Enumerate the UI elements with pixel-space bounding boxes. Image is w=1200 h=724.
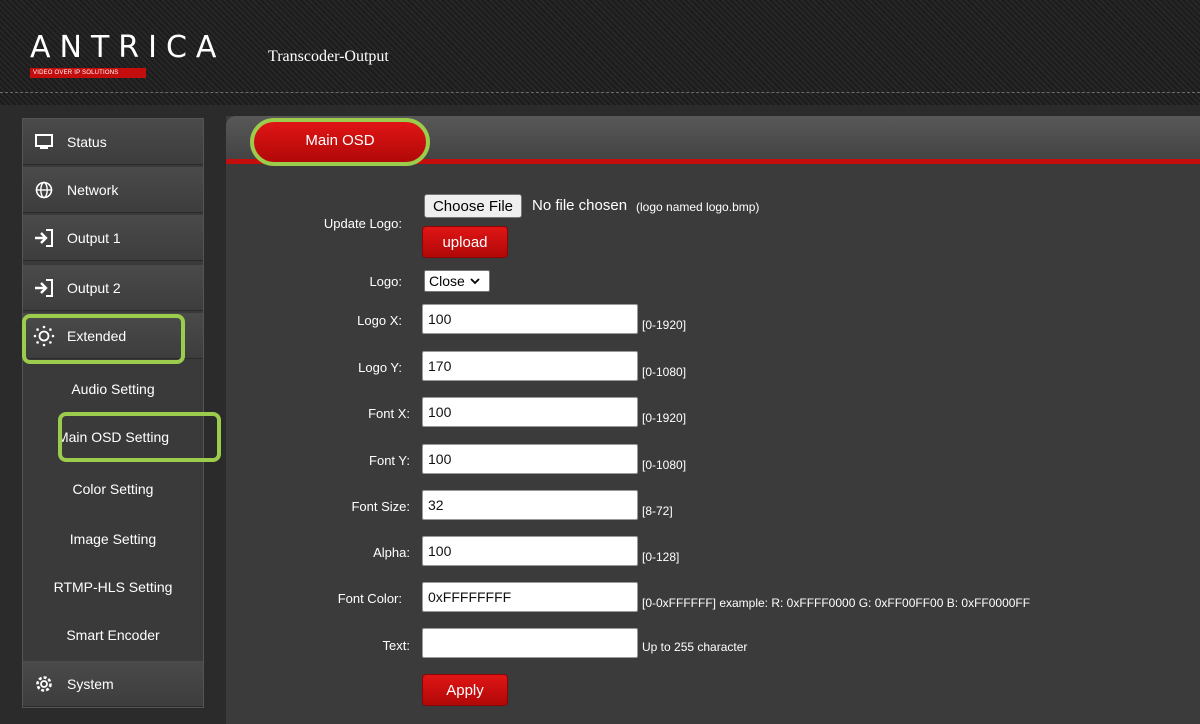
upload-label: upload xyxy=(442,233,488,251)
font-size-hint: [8-72] xyxy=(642,504,673,518)
monitor-icon xyxy=(33,131,55,153)
font-x-label: Font X: xyxy=(368,406,410,421)
sidebar-item-label: Status xyxy=(67,133,107,150)
text-label: Text: xyxy=(382,638,410,653)
font-x-hint: [0-1920] xyxy=(642,411,687,425)
brand-tagline: VIDEO OVER IP SOLUTIONS xyxy=(30,68,146,78)
font-x-input[interactable]: 100 xyxy=(422,397,638,427)
sidebar: Status Network Output 1 Output 2 Extende… xyxy=(22,118,204,708)
tab-main-osd[interactable]: Main OSD xyxy=(250,118,430,166)
logo-y-label: Logo Y: xyxy=(358,360,402,375)
arrow-in-icon xyxy=(33,227,55,249)
main-panel: Main OSD Update Logo: Choose File No fil… xyxy=(226,116,1200,724)
logo-y-hint: [0-1080] xyxy=(642,365,687,379)
text-hint: Up to 255 character xyxy=(642,640,748,654)
sidebar-sub-audio-setting[interactable]: Audio Setting xyxy=(23,365,203,413)
choose-file-button[interactable]: Choose File xyxy=(424,194,522,218)
logo-x-input[interactable]: 100 xyxy=(422,304,638,334)
sidebar-sub-label: Main OSD Setting xyxy=(56,429,170,445)
font-size-label: Font Size: xyxy=(351,499,410,514)
choose-file-label: Choose File xyxy=(432,197,514,215)
arrow-in-icon xyxy=(33,277,55,299)
apply-label: Apply xyxy=(446,681,484,699)
logo-x-label: Logo X: xyxy=(357,313,402,328)
brand-name: ANTRICA xyxy=(30,30,226,65)
update-logo-label: Update Logo: xyxy=(323,216,402,231)
gear-icon xyxy=(33,673,55,695)
sidebar-item-output-1[interactable]: Output 1 xyxy=(23,215,203,261)
apply-button[interactable]: Apply xyxy=(422,674,508,706)
font-color-label: Font Color: xyxy=(337,591,402,606)
sidebar-item-system[interactable]: System xyxy=(23,661,203,707)
font-y-input[interactable]: 100 xyxy=(422,444,638,474)
globe-icon xyxy=(33,179,55,201)
alpha-input[interactable]: 100 xyxy=(422,536,638,566)
tab-label: Main OSD xyxy=(305,132,375,149)
alpha-label: Alpha: xyxy=(373,545,410,560)
sidebar-item-output-2[interactable]: Output 2 xyxy=(23,265,203,311)
font-y-label: Font Y: xyxy=(369,453,410,468)
sidebar-sub-rtmp-hls-setting[interactable]: RTMP-HLS Setting xyxy=(23,563,203,611)
sidebar-item-extended[interactable]: Extended xyxy=(23,313,203,359)
sun-gear-icon xyxy=(33,325,55,347)
font-color-hint: [0-0xFFFFFF] example: R: 0xFFFF0000 G: 0… xyxy=(642,596,1031,610)
logo-file-hint: (logo named logo.bmp) xyxy=(636,200,760,214)
sidebar-item-network[interactable]: Network xyxy=(23,167,203,213)
sidebar-item-label: System xyxy=(67,675,114,692)
sidebar-sub-image-setting[interactable]: Image Setting xyxy=(23,515,203,563)
font-y-hint: [0-1080] xyxy=(642,458,687,472)
header-divider xyxy=(0,92,1200,93)
sidebar-sub-smart-encoder[interactable]: Smart Encoder xyxy=(23,611,203,659)
logo-x-hint: [0-1920] xyxy=(642,318,687,332)
font-size-input[interactable]: 32 xyxy=(422,490,638,520)
sidebar-item-label: Extended xyxy=(67,327,127,344)
text-input[interactable] xyxy=(422,628,638,658)
sidebar-item-label: Network xyxy=(67,181,119,198)
sidebar-sub-label: Smart Encoder xyxy=(66,627,160,643)
header: ANTRICA VIDEO OVER IP SOLUTIONS Transcod… xyxy=(0,0,1200,105)
sidebar-sub-label: Color Setting xyxy=(72,481,154,497)
alpha-hint: [0-128] xyxy=(642,550,680,564)
page-title: Transcoder-Output xyxy=(268,48,389,65)
tab-bar: Main OSD xyxy=(226,116,1200,166)
sidebar-sub-label: RTMP-HLS Setting xyxy=(53,579,173,595)
sidebar-item-status[interactable]: Status xyxy=(23,119,203,165)
chevron-down-icon xyxy=(470,277,480,285)
antrica-logo: ANTRICA VIDEO OVER IP SOLUTIONS xyxy=(30,30,220,78)
sidebar-sub-label: Image Setting xyxy=(69,531,157,547)
no-file-chosen-text: No file chosen xyxy=(532,197,628,214)
logo-select[interactable]: Close xyxy=(424,270,490,292)
logo-y-input[interactable]: 170 xyxy=(422,351,638,381)
sidebar-item-label: Output 2 xyxy=(67,279,121,296)
sidebar-sub-label: Audio Setting xyxy=(71,381,155,397)
logo-label: Logo: xyxy=(369,274,402,289)
font-color-input[interactable]: 0xFFFFFFFF xyxy=(422,582,638,612)
logo-select-value: Close xyxy=(429,273,465,289)
sidebar-sub-color-setting[interactable]: Color Setting xyxy=(23,465,203,513)
sidebar-sub-main-osd-setting[interactable]: Main OSD Setting xyxy=(23,413,203,461)
sidebar-item-label: Output 1 xyxy=(67,229,121,246)
upload-button[interactable]: upload xyxy=(422,226,508,258)
